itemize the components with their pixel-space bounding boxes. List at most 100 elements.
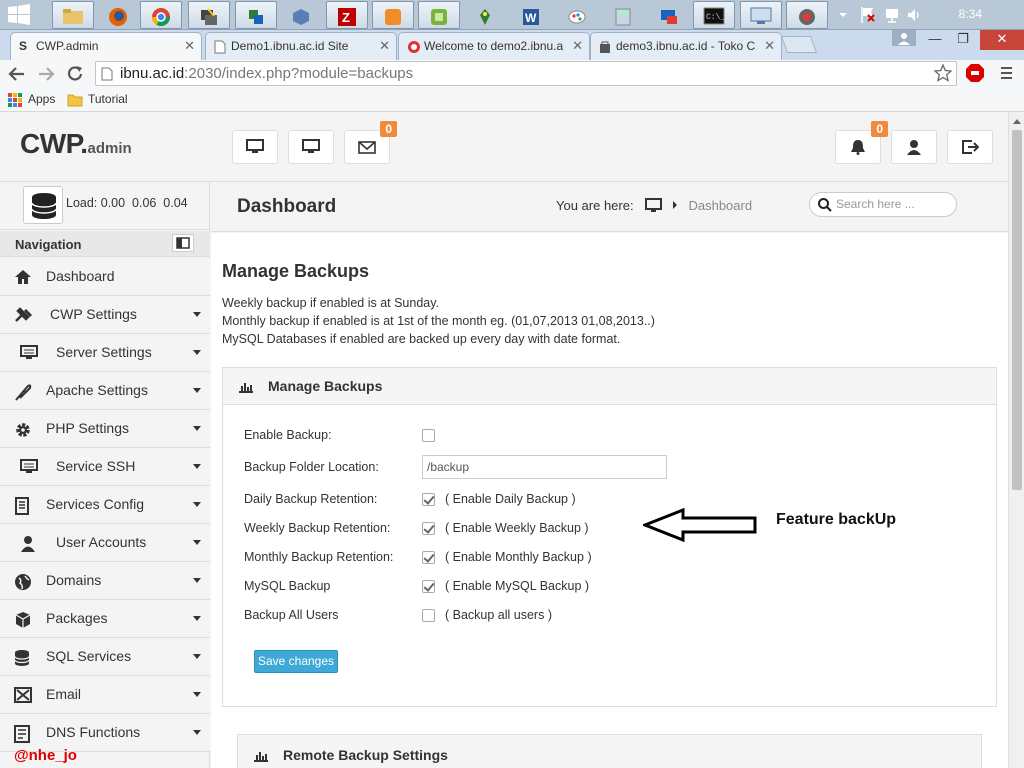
logout-button[interactable] <box>947 130 993 164</box>
chevron-down-icon[interactable] <box>193 540 201 545</box>
tab-demo3[interactable]: demo3.ibnu.ac.id - Toko C ✕ <box>590 32 782 60</box>
bookmark-apps[interactable]: Apps <box>28 92 55 106</box>
sidebar-item-services-config[interactable]: Services Config <box>0 486 210 524</box>
breadcrumb-current[interactable]: Dashboard <box>688 198 752 213</box>
sidebar-item-domains[interactable]: Domains <box>0 562 210 600</box>
monitor-icon[interactable] <box>645 198 663 213</box>
scrollbar-thumb[interactable] <box>1012 130 1022 490</box>
close-tab-icon[interactable]: ✕ <box>572 38 583 54</box>
reload-icon[interactable] <box>64 63 86 85</box>
sidebar-item-apache-settings[interactable]: Apache Settings <box>0 372 210 410</box>
file-explorer-taskbar-icon[interactable] <box>52 1 94 29</box>
user-profile-button[interactable] <box>891 130 937 164</box>
weekly-backup-checkbox[interactable] <box>422 522 435 535</box>
backup-all-users-checkbox[interactable] <box>422 609 435 622</box>
firefox-taskbar-icon[interactable] <box>97 1 139 29</box>
maximize-button[interactable]: ❐ <box>948 30 978 50</box>
tray-flag-icon[interactable] <box>860 6 876 24</box>
page-scrollbar[interactable] <box>1008 112 1024 768</box>
chevron-down-icon[interactable] <box>193 730 201 735</box>
dashboard-button[interactable] <box>232 130 278 164</box>
database-icon <box>14 649 30 667</box>
monitor-button[interactable] <box>288 130 334 164</box>
tray-network-icon[interactable] <box>884 6 900 24</box>
close-tab-icon[interactable]: ✕ <box>379 38 390 54</box>
tab-demo2[interactable]: Welcome to demo2.ibnu.a ✕ <box>398 32 590 60</box>
putty-taskbar-icon[interactable] <box>188 1 230 29</box>
sidebar-item-service-ssh[interactable]: Service SSH <box>0 448 210 486</box>
chevron-down-icon[interactable] <box>193 426 201 431</box>
server-load-text: Load: 0.00 0.06 0.04 <box>66 196 188 210</box>
browser-toolbar: ibnu.ac.id:2030/index.php?module=backups <box>0 60 1024 88</box>
page-info-icon[interactable] <box>101 67 113 81</box>
sidebar-item-sql-services[interactable]: SQL Services <box>0 638 210 676</box>
vmware-taskbar-icon[interactable] <box>418 1 460 29</box>
chrome-taskbar-icon[interactable] <box>140 1 182 29</box>
forward-icon[interactable] <box>35 63 57 85</box>
notifications-button[interactable]: 0 <box>835 121 888 164</box>
daily-backup-checkbox[interactable] <box>422 493 435 506</box>
gps-taskbar-icon[interactable] <box>464 1 506 29</box>
adblock-extension-icon[interactable] <box>965 63 987 85</box>
word-taskbar-icon[interactable]: W <box>510 1 552 29</box>
sublime-taskbar-icon[interactable] <box>372 1 414 29</box>
sidebar-item-cwp-settings[interactable]: CWP Settings <box>0 296 210 334</box>
chevron-down-icon[interactable] <box>193 616 201 621</box>
tray-expand-icon[interactable] <box>838 6 848 24</box>
back-icon[interactable] <box>6 63 28 85</box>
sidebar-item-php-settings[interactable]: PHP Settings <box>0 410 210 448</box>
clock[interactable]: 8:34 <box>959 7 982 21</box>
remote-taskbar-icon[interactable] <box>648 1 690 29</box>
chevron-down-icon[interactable] <box>193 692 201 697</box>
server-database-icon[interactable] <box>23 186 63 224</box>
recorder-taskbar-icon[interactable] <box>786 1 828 29</box>
virtualbox-taskbar-icon[interactable] <box>280 1 322 29</box>
monthly-backup-checkbox[interactable] <box>422 551 435 564</box>
menu-icon[interactable] <box>998 63 1020 85</box>
profile-icon[interactable] <box>892 30 916 46</box>
tab-cwp-admin[interactable]: S CWP.admin ✕ <box>10 32 202 60</box>
backup-folder-input[interactable] <box>422 455 667 479</box>
mysql-backup-checkbox[interactable] <box>422 580 435 593</box>
filezilla-taskbar-icon[interactable]: Z <box>326 1 368 29</box>
calculator-taskbar-icon[interactable] <box>602 1 644 29</box>
navigation-title: Navigation <box>15 237 82 252</box>
chevron-down-icon[interactable] <box>193 502 201 507</box>
chevron-down-icon[interactable] <box>193 464 201 469</box>
close-tab-icon[interactable]: ✕ <box>764 38 775 54</box>
new-tab-button[interactable] <box>780 36 818 53</box>
monitor-taskbar-icon[interactable] <box>740 1 782 29</box>
address-bar[interactable]: ibnu.ac.id:2030/index.php?module=backups <box>95 61 957 86</box>
paint-taskbar-icon[interactable] <box>556 1 598 29</box>
close-window-button[interactable]: ✕ <box>980 30 1024 50</box>
chevron-down-icon[interactable] <box>193 312 201 317</box>
sidebar-item-packages[interactable]: Packages <box>0 600 210 638</box>
tray-volume-icon[interactable] <box>906 6 922 24</box>
cwp-logo[interactable]: CWP.admin <box>20 128 132 160</box>
windows-start-button[interactable] <box>6 3 36 27</box>
network-tool-taskbar-icon[interactable] <box>235 1 277 29</box>
tab-title: CWP.admin <box>36 39 99 53</box>
close-tab-icon[interactable]: ✕ <box>184 38 195 54</box>
tab-demo1[interactable]: Demo1.ibnu.ac.id Site ✕ <box>205 32 397 60</box>
bookmark-tutorial[interactable]: Tutorial <box>88 92 128 106</box>
chevron-down-icon[interactable] <box>193 350 201 355</box>
enable-backup-checkbox[interactable] <box>422 429 435 442</box>
sidebar-toggle-button[interactable] <box>172 234 194 252</box>
cmd-taskbar-icon[interactable]: C:\_ <box>693 1 735 29</box>
sidebar-item-email[interactable]: Email <box>0 676 210 714</box>
minimize-button[interactable]: — <box>920 30 950 50</box>
annotation-arrow-icon <box>643 508 757 542</box>
dns-icon <box>14 725 30 743</box>
sidebar-item-dashboard[interactable]: Dashboard <box>0 258 210 296</box>
chevron-down-icon[interactable] <box>193 654 201 659</box>
chevron-down-icon[interactable] <box>193 388 201 393</box>
sidebar-item-user-accounts[interactable]: User Accounts <box>0 524 210 562</box>
chevron-down-icon[interactable] <box>193 578 201 583</box>
search-input[interactable]: Search here ... <box>809 192 957 217</box>
main-content: Manage Backups Weekly backup if enabled … <box>211 233 1008 768</box>
sidebar-item-server-settings[interactable]: Server Settings <box>0 334 210 372</box>
messages-button[interactable]: 0 <box>344 121 397 164</box>
save-changes-button[interactable]: Save changes <box>254 650 338 673</box>
bookmark-star-icon[interactable] <box>933 63 955 85</box>
